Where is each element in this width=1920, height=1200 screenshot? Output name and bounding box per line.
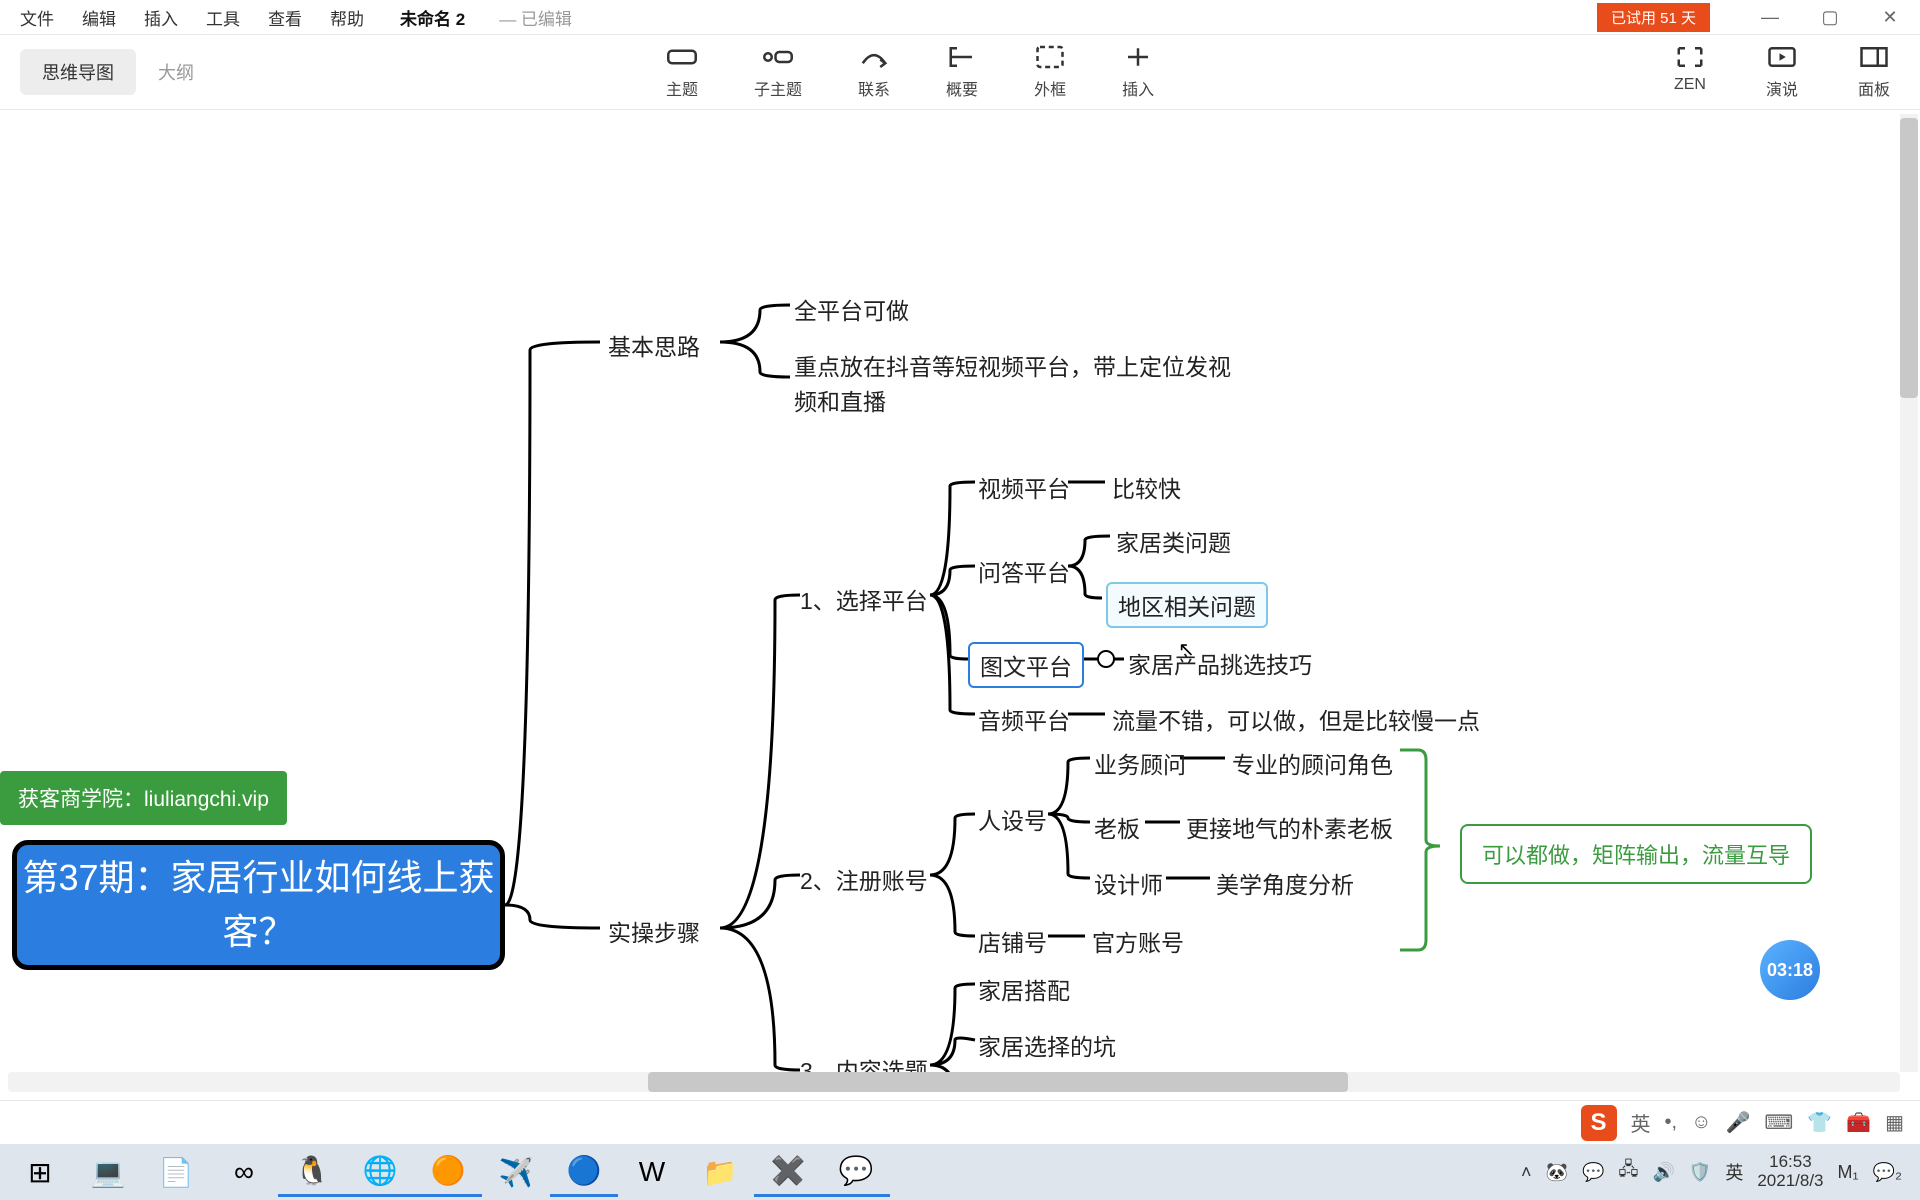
node-shop-account[interactable]: 店铺号 [978, 924, 1047, 958]
toolbox-icon[interactable]: 🧰 [1846, 1110, 1871, 1135]
node-pic-platform-selected[interactable]: 图文平台 [968, 642, 1084, 688]
taskbar-app-wps[interactable]: W [618, 1147, 686, 1197]
system-tray: ˄ 🐼 💬 🖧 🔊 🛡️ 英 16:532021/8/3 M₁ 💬₂ [1521, 1153, 1914, 1190]
scrollbar-horizontal[interactable] [8, 1072, 1900, 1092]
close-button[interactable]: ✕ [1860, 7, 1920, 28]
root-topic[interactable]: 第37期：家居行业如何线上获客？ [12, 840, 505, 970]
tray-ime-icon[interactable]: 英 [1725, 1159, 1743, 1185]
keyboard-icon[interactable]: ⌨ [1764, 1110, 1793, 1135]
node-role-a-value[interactable]: 专业的顾问角色 [1232, 746, 1393, 780]
node-role-b[interactable]: 老板 [1094, 810, 1140, 844]
maximize-button[interactable]: ▢ [1800, 7, 1860, 28]
grid-icon[interactable]: ▦ [1885, 1110, 1904, 1135]
tray-badge-1[interactable]: M₁ [1838, 1162, 1859, 1183]
menu-edit[interactable]: 编辑 [82, 5, 116, 30]
node-qa-b-hovered[interactable]: 地区相关问题 [1106, 582, 1268, 628]
ime-toolbar: S 英 •, ☺ 🎤 ⌨ 👕 🧰 ▦ [0, 1100, 1920, 1144]
taskbar-app-2[interactable]: 📄 [142, 1147, 210, 1197]
node-role-b-value[interactable]: 更接地气的朴素老板 [1186, 810, 1393, 844]
node-role-account[interactable]: 人设号 [978, 802, 1047, 836]
tray-volume-icon[interactable]: 🔊 [1652, 1162, 1674, 1183]
scrollbar-thumb[interactable] [1900, 118, 1918, 398]
minimize-button[interactable]: — [1740, 7, 1800, 28]
tray-icon-1[interactable]: 🐼 [1546, 1162, 1568, 1183]
start-button[interactable]: ⊞ [6, 1147, 74, 1197]
tab-outline[interactable]: 大纲 [136, 49, 216, 95]
menu-help[interactable]: 帮助 [330, 5, 364, 30]
toolbar-panel[interactable]: 面板 [1858, 44, 1890, 100]
node-p3-a[interactable]: 家居搭配 [978, 972, 1070, 1006]
toolbar-frame[interactable]: 外框 [1034, 44, 1066, 100]
taskbar-app-5[interactable]: ✈️ [482, 1147, 550, 1197]
node-basic-idea[interactable]: 基本思路 [608, 328, 700, 362]
node-role-a[interactable]: 业务顾问 [1094, 746, 1186, 780]
trial-badge[interactable]: 已试用 51 天 [1597, 3, 1710, 32]
tray-notifications-icon[interactable]: 💬₂ [1873, 1162, 1902, 1183]
emoji-icon[interactable]: ☺ [1691, 1111, 1711, 1134]
scrollbar-thumb[interactable] [648, 1072, 1348, 1092]
node-p3-b[interactable]: 家居选择的坑 [978, 1028, 1116, 1062]
taskbar-app-qq[interactable]: 🐧 [278, 1147, 346, 1197]
scrollbar-vertical[interactable] [1900, 114, 1918, 1072]
node-p1[interactable]: 1、选择平台 [800, 582, 928, 616]
toolbar-insert[interactable]: 插入 [1122, 44, 1154, 100]
toolbar-summary[interactable]: 概要 [946, 44, 978, 100]
node-video-value[interactable]: 比较快 [1112, 470, 1181, 504]
menu-view[interactable]: 查看 [268, 5, 302, 30]
node-role-c-value[interactable]: 美学角度分析 [1216, 866, 1354, 900]
node-basic-2[interactable]: 重点放在抖音等短视频平台，带上定位发视频和直播 [794, 350, 1234, 419]
cursor-icon: ↖ [1178, 637, 1195, 662]
ime-punct-icon[interactable]: •, [1665, 1111, 1678, 1134]
mic-icon[interactable]: 🎤 [1726, 1110, 1751, 1135]
node-practice-steps[interactable]: 实操步骤 [608, 914, 700, 948]
document-title: 未命名 2 [400, 5, 465, 30]
ime-lang[interactable]: 英 [1631, 1108, 1651, 1137]
document-state: — 已编辑 [499, 5, 572, 30]
tray-shield-icon[interactable]: 🛡️ [1689, 1162, 1711, 1183]
menu-file[interactable]: 文件 [20, 5, 54, 30]
sogou-icon[interactable]: S [1581, 1105, 1617, 1141]
node-qa-platform[interactable]: 问答平台 [978, 554, 1070, 588]
window-controls: 已试用 51 天 — ▢ ✕ [1597, 0, 1920, 35]
node-p2[interactable]: 2、注册账号 [800, 862, 928, 896]
windows-taskbar: ⊞ 💻 📄 ∞ 🐧 🌐 🟠 ✈️ 🔵 W 📁 ✖️ 💬 ˄ 🐼 💬 🖧 🔊 🛡️… [0, 1144, 1920, 1200]
tab-mindmap[interactable]: 思维导图 [20, 49, 136, 95]
taskbar-app-4[interactable]: 🟠 [414, 1147, 482, 1197]
node-pic-value[interactable]: 家居产品挑选技巧 [1128, 646, 1312, 680]
toolbar-zen[interactable]: ZEN [1674, 44, 1706, 100]
menu-insert[interactable]: 插入 [144, 5, 178, 30]
floating-label[interactable]: 获客商学院：liuliangchi.vip [0, 771, 287, 825]
node-qa-a[interactable]: 家居类问题 [1116, 524, 1231, 558]
node-audio-platform[interactable]: 音频平台 [978, 702, 1070, 736]
summary-note[interactable]: 可以都做，矩阵输出，流量互导 [1460, 824, 1812, 884]
menu-tools[interactable]: 工具 [206, 5, 240, 30]
taskbar-app-chrome[interactable]: 🌐 [346, 1147, 414, 1197]
node-basic-1[interactable]: 全平台可做 [794, 292, 909, 326]
toolbar-sub-topic[interactable]: 子主题 [754, 44, 802, 100]
taskbar-app-3[interactable]: ∞ [210, 1147, 278, 1197]
taskbar-app-wechat[interactable]: 💬 [822, 1147, 890, 1197]
tray-network-icon[interactable]: 🖧 [1618, 1157, 1638, 1187]
toolbar-present[interactable]: 演说 [1766, 44, 1798, 100]
toolbar-relationship[interactable]: 联系 [858, 44, 890, 100]
taskbar-app-1[interactable]: 💻 [74, 1147, 142, 1197]
tray-icon-2[interactable]: 💬 [1582, 1162, 1604, 1183]
toolbar: 思维导图 大纲 主题 子主题 联系 概要 外框 插入 ZEN 演说 面板 [0, 35, 1920, 110]
skin-icon[interactable]: 👕 [1807, 1110, 1832, 1135]
node-shop-value[interactable]: 官方账号 [1092, 924, 1184, 958]
floating-timer[interactable]: 03:18 [1760, 940, 1820, 1000]
node-video-platform[interactable]: 视频平台 [978, 470, 1070, 504]
taskbar-clock[interactable]: 16:532021/8/3 [1757, 1153, 1823, 1190]
tray-chevron-icon[interactable]: ˄ [1521, 1162, 1532, 1183]
toolbar-main-topic[interactable]: 主题 [666, 44, 698, 100]
node-audio-value[interactable]: 流量不错，可以做，但是比较慢一点 [1112, 702, 1480, 736]
node-role-c[interactable]: 设计师 [1094, 866, 1163, 900]
taskbar-app-explorer[interactable]: 📁 [686, 1147, 754, 1197]
taskbar-app-6[interactable]: 🔵 [550, 1147, 618, 1197]
taskbar-app-xmind[interactable]: ✖️ [754, 1147, 822, 1197]
mindmap-canvas[interactable]: 获客商学院：liuliangchi.vip 第37期：家居行业如何线上获客？ 基… [0, 110, 1920, 1080]
